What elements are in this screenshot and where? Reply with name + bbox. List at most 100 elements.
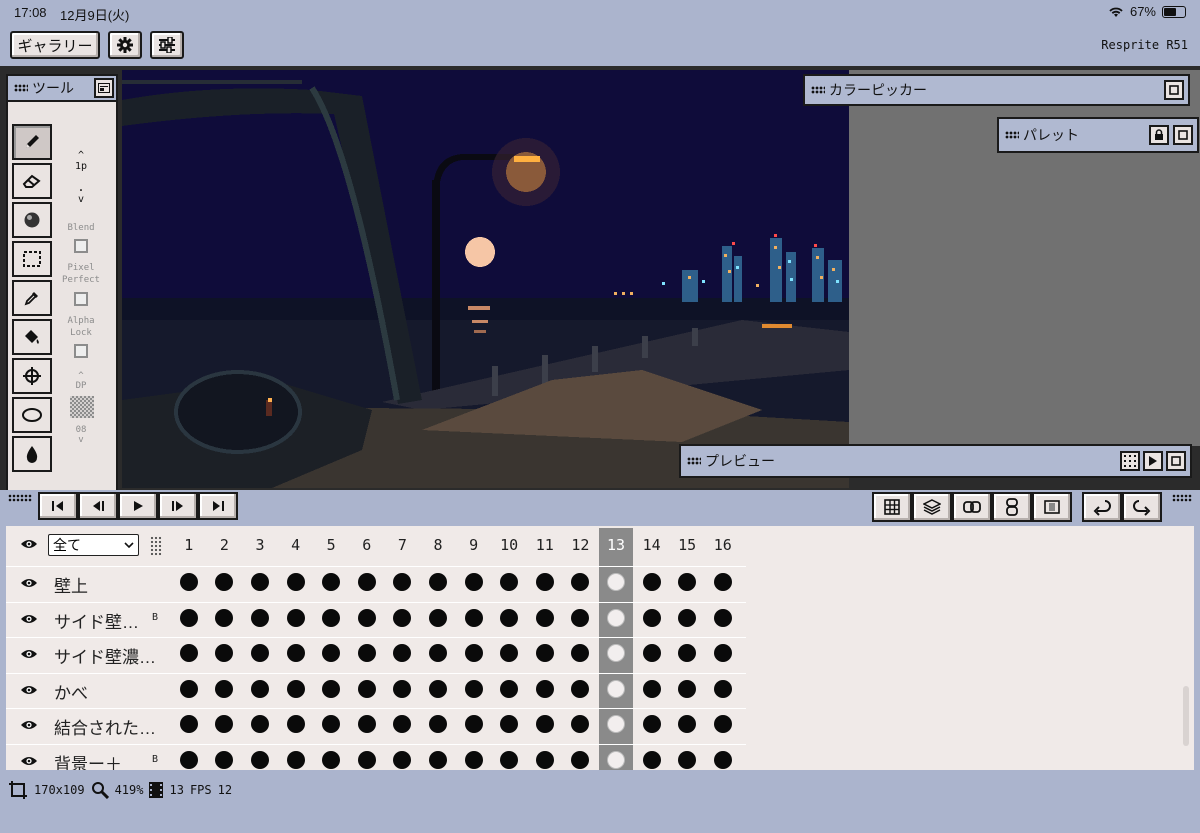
layer-name[interactable]: 壁上 <box>54 572 88 597</box>
frame-cell[interactable] <box>670 715 704 737</box>
layer-visibility-icon[interactable] <box>20 684 38 696</box>
preview-play-button[interactable] <box>1143 451 1163 471</box>
frame-cell[interactable] <box>386 715 420 737</box>
selection-tool-button[interactable] <box>12 241 52 277</box>
previous-frame-button[interactable] <box>78 492 118 520</box>
frame-cell[interactable] <box>564 679 598 702</box>
preview-maximize-button[interactable] <box>1166 451 1186 471</box>
layer-visibility-icon[interactable] <box>20 577 38 589</box>
frame-cell[interactable] <box>350 750 384 771</box>
frame-cell[interactable] <box>492 644 526 666</box>
frame-cell[interactable] <box>421 679 455 702</box>
frame-cell[interactable] <box>279 679 313 702</box>
move-tool-button[interactable] <box>12 358 52 394</box>
frame-cell[interactable] <box>528 573 562 595</box>
frame-cell[interactable] <box>635 679 669 702</box>
frame-cell[interactable] <box>706 715 740 737</box>
frame-cell[interactable] <box>386 750 420 771</box>
layer-filter-select[interactable]: 全て <box>48 534 139 556</box>
eyedropper-tool-button[interactable] <box>12 280 52 316</box>
visibility-all-icon[interactable] <box>20 538 38 550</box>
loop-button[interactable] <box>952 492 992 522</box>
frame-cell[interactable] <box>528 679 562 702</box>
frame-cell[interactable] <box>492 573 526 595</box>
eraser-tool-button[interactable] <box>12 163 52 199</box>
frame-cell[interactable] <box>350 573 384 595</box>
frame-cell[interactable] <box>421 715 455 737</box>
timeline-right-grip-icon[interactable] <box>1172 494 1192 502</box>
layer-visibility-icon[interactable] <box>20 755 38 767</box>
color-picker-panel-header[interactable]: カラーピッカー <box>803 74 1190 106</box>
frame-cell[interactable] <box>350 608 384 631</box>
frame-cell[interactable] <box>279 573 313 595</box>
frame-cell[interactable] <box>243 715 277 737</box>
frame-cell[interactable] <box>635 608 669 631</box>
frame-cell[interactable] <box>314 608 348 631</box>
frame-cell[interactable] <box>528 608 562 631</box>
brush-size-down[interactable]: v <box>58 194 104 206</box>
frame-number[interactable]: 4 <box>279 536 313 554</box>
frame-cell[interactable] <box>564 715 598 737</box>
frame-number[interactable]: 9 <box>457 536 491 554</box>
fill-tool-button[interactable] <box>12 319 52 355</box>
frame-cell[interactable] <box>314 679 348 702</box>
frame-cell[interactable] <box>208 644 242 666</box>
layer-visibility-icon[interactable] <box>20 648 38 660</box>
frame-cell[interactable] <box>208 715 242 737</box>
alpha-lock-checkbox[interactable] <box>74 344 88 358</box>
frame-number[interactable]: 3 <box>243 536 277 554</box>
frame-cell[interactable] <box>421 573 455 595</box>
frame-cell[interactable] <box>457 573 491 595</box>
layer-visibility-icon[interactable] <box>20 613 38 625</box>
frame-cell[interactable] <box>208 573 242 595</box>
onion-skin-button[interactable] <box>992 492 1032 522</box>
frame-number[interactable]: 12 <box>564 536 598 554</box>
frame-cell[interactable] <box>172 750 206 771</box>
frame-cell[interactable] <box>635 644 669 666</box>
layers-button[interactable] <box>912 492 952 522</box>
blur-tool-button[interactable] <box>12 436 52 472</box>
timeline-grip-icon[interactable] <box>8 494 32 502</box>
frame-cell[interactable] <box>635 573 669 595</box>
palette-maximize-button[interactable] <box>1173 125 1193 145</box>
frame-number[interactable]: 2 <box>208 536 242 554</box>
frame-cell[interactable] <box>172 608 206 631</box>
dp-down[interactable]: v <box>58 434 104 446</box>
frame-cell[interactable] <box>457 679 491 702</box>
frame-cell[interactable] <box>386 679 420 702</box>
palette-panel-header[interactable]: パレット <box>997 117 1199 153</box>
preview-grid-button[interactable] <box>1120 451 1140 471</box>
frame-cell[interactable] <box>599 750 633 771</box>
frame-cell[interactable] <box>599 715 633 737</box>
frame-cell[interactable] <box>457 750 491 771</box>
frame-number[interactable]: 1 <box>172 536 206 554</box>
frame-cell[interactable] <box>635 750 669 771</box>
frame-cell[interactable] <box>564 750 598 771</box>
frame-number[interactable]: 13 <box>599 536 633 554</box>
frame-cell[interactable] <box>528 644 562 666</box>
undo-button[interactable] <box>1082 492 1122 522</box>
frame-cell[interactable] <box>279 608 313 631</box>
grid-view-button[interactable] <box>872 492 912 522</box>
frame-cell[interactable] <box>564 644 598 666</box>
timeline-scrollbar[interactable] <box>1183 686 1189 746</box>
frame-cell[interactable] <box>314 644 348 666</box>
frame-cell[interactable] <box>670 750 704 771</box>
frame-number[interactable]: 15 <box>670 536 704 554</box>
frame-cell[interactable] <box>314 715 348 737</box>
layer-visibility-icon[interactable] <box>20 719 38 731</box>
frame-cell[interactable] <box>172 644 206 666</box>
frame-cell[interactable] <box>421 750 455 771</box>
frame-number[interactable]: 14 <box>635 536 669 554</box>
frame-cell[interactable] <box>670 679 704 702</box>
frame-cell[interactable] <box>350 644 384 666</box>
frame-cell[interactable] <box>386 573 420 595</box>
frame-cell[interactable] <box>421 644 455 666</box>
last-frame-button[interactable] <box>198 492 238 520</box>
frame-cell[interactable] <box>528 750 562 771</box>
frame-cell[interactable] <box>243 750 277 771</box>
frame-cell[interactable] <box>635 715 669 737</box>
frame-cell[interactable] <box>492 679 526 702</box>
frame-cell[interactable] <box>172 573 206 595</box>
frame-cell[interactable] <box>243 679 277 702</box>
